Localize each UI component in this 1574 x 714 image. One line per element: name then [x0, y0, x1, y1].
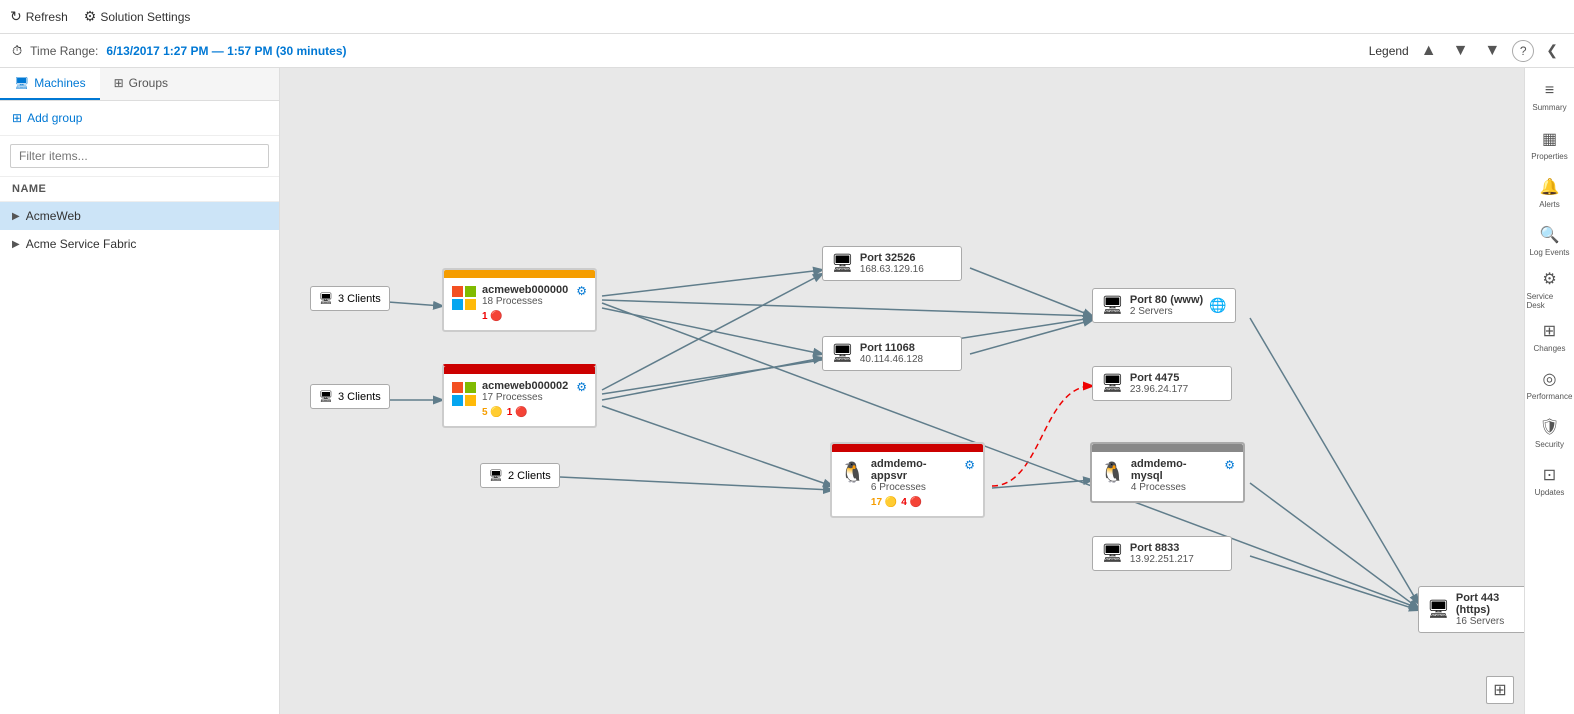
refresh-icon: ↻ — [10, 8, 22, 25]
service-desk-icon: ⚙ — [1542, 269, 1556, 289]
error-badge-s2: 1 🔴 — [507, 407, 528, 418]
filter-container — [0, 136, 279, 177]
add-group-button[interactable]: ⊞ Add group — [0, 101, 279, 136]
client-label-1: 3 Clients — [338, 293, 381, 305]
collapse-down-button[interactable]: ▼ — [1449, 40, 1473, 62]
performance-icon: ◎ — [1543, 369, 1557, 389]
alerts-button[interactable]: 🔔 Alerts — [1527, 170, 1573, 216]
gear-icon-s1: ⚙ — [576, 284, 587, 298]
client-icon-3: 🖥 — [489, 469, 503, 482]
timebar: ⏱ Time Range: 6/13/2017 1:27 PM — 1:57 P… — [0, 34, 1574, 68]
service-desk-button[interactable]: ⚙ Service Desk — [1527, 266, 1573, 312]
port-node-11068[interactable]: 🖥 Port 11068 40.114.46.128 — [822, 336, 962, 371]
gear-icon-mysql: ⚙ — [1224, 458, 1235, 472]
server-node-acmeweb000000[interactable]: acmeweb000000 18 Processes 1 🔴 ⚙ — [442, 268, 597, 332]
security-button[interactable]: 🛡 Security — [1527, 410, 1573, 456]
windows-icon-s2 — [452, 382, 476, 406]
linux-icon-appsvr: 🐧 — [840, 460, 865, 485]
client-icon-2: 🖥 — [319, 390, 333, 403]
solution-settings-label: Solution Settings — [100, 10, 190, 24]
tab-bar: 🖥 Machines ⊞ Groups — [0, 68, 279, 101]
sidebar: 🖥 Machines ⊞ Groups ⊞ Add group NAME ▶ A… — [0, 68, 280, 714]
port-node-443[interactable]: 🖥 Port 443 (https) 16 Servers 🌐 — [1418, 586, 1524, 633]
topology-canvas: 🖥 3 Clients 🖥 3 Clients 🖥 2 Clients acme… — [280, 68, 1524, 714]
port-node-4475[interactable]: 🖥 Port 4475 23.96.24.177 — [1092, 366, 1232, 401]
gear-icon-s2: ⚙ — [576, 380, 587, 394]
refresh-label: Refresh — [26, 10, 68, 24]
name-header: NAME — [0, 177, 279, 202]
right-panel: ≡ Summary ▦ Properties 🔔 Alerts 🔍 Log Ev… — [1524, 68, 1574, 714]
port-node-32526[interactable]: 🖥 Port 32526 168.63.129.16 — [822, 246, 962, 281]
linux-icon-mysql: 🐧 — [1100, 460, 1125, 485]
port-monitor-icon-4: 🖥 — [1101, 373, 1124, 394]
warn-badge-s2: 5 🟡 — [482, 407, 503, 418]
chevron-icon: ▶ — [12, 239, 20, 250]
group-item-acme-sf[interactable]: ▶ Acme Service Fabric — [0, 230, 279, 258]
port-monitor-icon-1: 🖥 — [831, 253, 854, 274]
server-node-acmeweb000002[interactable]: acmeweb000002 17 Processes 5 🟡 1 🔴 ⚙ — [442, 364, 597, 428]
globe-icon-p80: 🌐 — [1209, 297, 1226, 314]
client-node-2[interactable]: 🖥 3 Clients — [310, 384, 390, 409]
updates-icon: ⊡ — [1543, 465, 1556, 485]
time-range-label: Time Range: — [30, 44, 98, 58]
fitscreen-button[interactable]: ⊞ — [1486, 676, 1514, 704]
changes-icon: ⊞ — [1543, 321, 1556, 341]
group-item-acmeweb[interactable]: ▶ AcmeWeb — [0, 202, 279, 230]
windows-icon-s1 — [452, 286, 476, 310]
chevron-icon: ▶ — [12, 211, 20, 222]
changes-button[interactable]: ⊞ Changes — [1527, 314, 1573, 360]
linux-node-appsvr[interactable]: 🐧 admdemo-appsvr 6 Processes 17 🟡 4 🔴 ⚙ — [830, 442, 985, 518]
summary-icon: ≡ — [1545, 82, 1554, 100]
port-monitor-icon-2: 🖥 — [831, 343, 854, 364]
client-icon-1: 🖥 — [319, 292, 333, 305]
clock-icon: ⏱ — [12, 43, 22, 59]
log-events-icon: 🔍 — [1540, 225, 1560, 245]
client-label-2: 3 Clients — [338, 391, 381, 403]
port-monitor-icon-5: 🖥 — [1101, 543, 1124, 564]
monitor-icon: 🖥 — [14, 76, 29, 90]
linux-node-mysql[interactable]: 🐧 admdemo-mysql 4 Processes ⚙ — [1090, 442, 1245, 503]
port-monitor-icon-6: 🖥 — [1427, 599, 1450, 620]
client-label-3: 2 Clients — [508, 470, 551, 482]
gear-icon: ⚙ — [84, 8, 97, 25]
group-list: ▶ AcmeWeb ▶ Acme Service Fabric — [0, 202, 279, 714]
updates-button[interactable]: ⊡ Updates — [1527, 458, 1573, 504]
collapse-panel-button[interactable]: ❮ — [1542, 40, 1562, 61]
refresh-button[interactable]: ↻ Refresh — [10, 8, 68, 25]
port-node-80[interactable]: 🖥 Port 80 (www) 2 Servers 🌐 — [1092, 288, 1236, 323]
client-node-3[interactable]: 🖥 2 Clients — [480, 463, 560, 488]
security-icon: 🛡 — [1539, 417, 1559, 437]
port-monitor-icon-3: 🖥 — [1101, 295, 1124, 316]
tab-groups[interactable]: ⊞ Groups — [100, 68, 182, 100]
client-node-1[interactable]: 🖥 3 Clients — [310, 286, 390, 311]
legend-label: Legend — [1369, 44, 1409, 58]
time-range-value: 6/13/2017 1:27 PM — 1:57 PM (30 minutes) — [106, 44, 346, 58]
properties-icon: ▦ — [1542, 129, 1557, 149]
error-badge-s1: 1 🔴 — [482, 311, 503, 322]
alerts-icon: 🔔 — [1540, 177, 1560, 197]
add-icon: ⊞ — [12, 111, 22, 125]
filter-input[interactable] — [10, 144, 269, 168]
filter-button[interactable]: ▼ — [1480, 40, 1504, 62]
toolbar: ↻ Refresh ⚙ Solution Settings — [0, 0, 1574, 34]
solution-settings-button[interactable]: ⚙ Solution Settings — [84, 8, 191, 25]
port-node-8833[interactable]: 🖥 Port 8833 13.92.251.217 — [1092, 536, 1232, 571]
main-layout: 🖥 Machines ⊞ Groups ⊞ Add group NAME ▶ A… — [0, 68, 1574, 714]
help-button[interactable]: ? — [1512, 40, 1534, 62]
groups-icon: ⊞ — [114, 76, 124, 90]
tab-machines[interactable]: 🖥 Machines — [0, 68, 100, 100]
performance-button[interactable]: ◎ Performance — [1527, 362, 1573, 408]
summary-button[interactable]: ≡ Summary — [1527, 74, 1573, 120]
properties-button[interactable]: ▦ Properties — [1527, 122, 1573, 168]
gear-icon-appsvr: ⚙ — [964, 458, 975, 472]
collapse-up-button[interactable]: ▲ — [1417, 40, 1441, 62]
log-events-button[interactable]: 🔍 Log Events — [1527, 218, 1573, 264]
